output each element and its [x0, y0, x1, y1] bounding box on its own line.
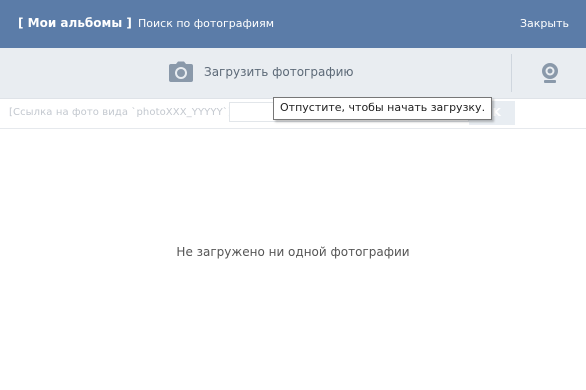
drop-tooltip: Отпустите, чтобы начать загрузку. — [273, 97, 493, 120]
dialog-header: [ Мои альбомы ] Поиск по фотографиям Зак… — [0, 0, 586, 48]
divider — [511, 54, 512, 92]
upload-photo-label: Загрузить фотографию — [204, 65, 354, 79]
my-albums-link[interactable]: [ Мои альбомы ] — [18, 16, 132, 30]
empty-state-text: Не загружено ни одной фотографии — [176, 245, 410, 259]
upload-bar: Загрузить фотографию — [0, 48, 586, 99]
upload-photo-button[interactable]: Загрузить фотографию — [0, 48, 511, 98]
webcam-icon[interactable] — [540, 62, 560, 84]
camera-icon — [169, 61, 193, 82]
close-link[interactable]: Закрыть — [520, 17, 569, 30]
photo-search-link[interactable]: Поиск по фотографиям — [138, 17, 274, 30]
photo-link-hint: [Ссылка на фото вида `photoXXX_YYYYY`]: — [9, 107, 236, 118]
